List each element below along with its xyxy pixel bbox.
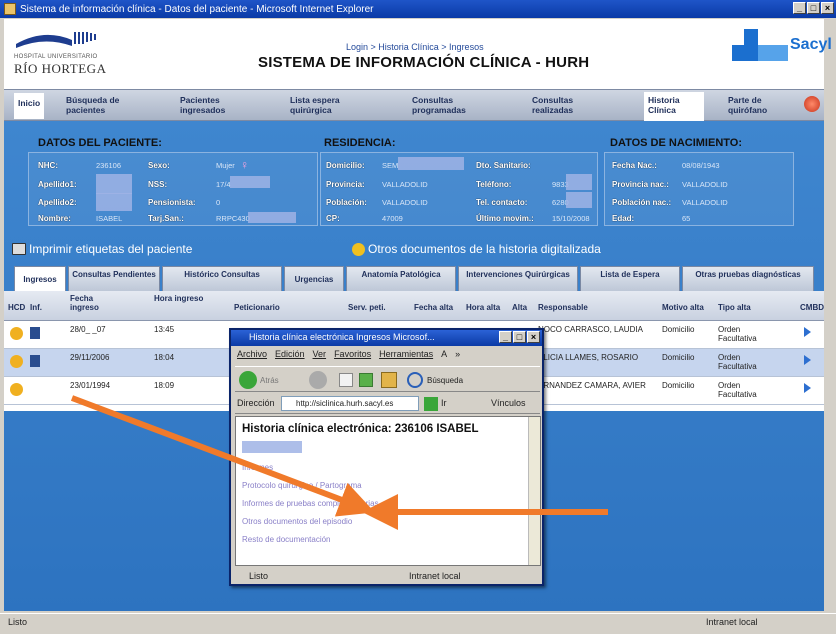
arrow-to-documents <box>70 395 375 517</box>
annotation-arrows <box>70 395 608 530</box>
status-text: Listo <box>8 617 28 627</box>
security-zone: Intranet local <box>706 617 758 627</box>
